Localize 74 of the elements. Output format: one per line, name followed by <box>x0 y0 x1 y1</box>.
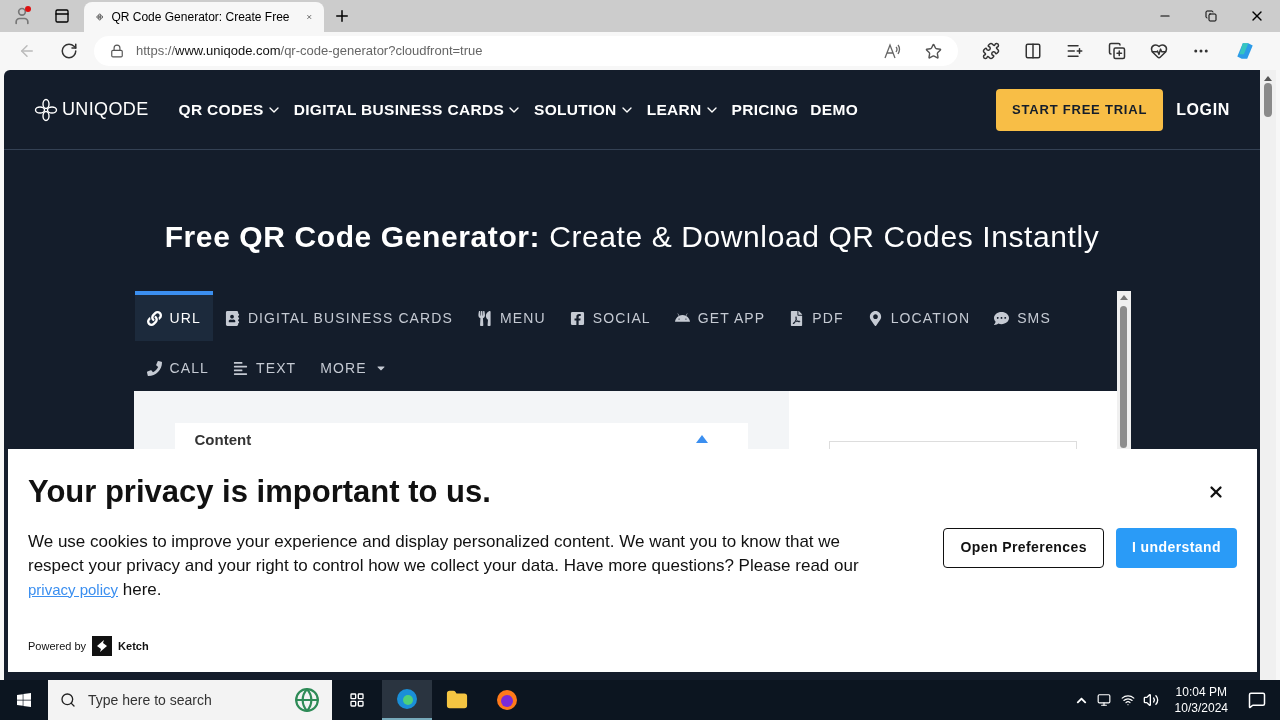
qr-type-tab[interactable]: DIGITAL BUSINESS CARDS <box>212 291 465 341</box>
qr-type-tab[interactable]: MORE <box>308 341 399 391</box>
tab-icon <box>789 310 805 326</box>
tab-actions-icon[interactable] <box>54 8 70 24</box>
start-icon[interactable] <box>16 692 32 708</box>
read-aloud-icon[interactable] <box>883 43 901 59</box>
lock-icon <box>110 44 124 58</box>
clock-date: 10/3/2024 <box>1174 700 1228 716</box>
scroll-thumb[interactable] <box>1264 83 1272 117</box>
nav-item[interactable]: DIGITAL BUSINESS CARDS <box>293 97 523 122</box>
restore-icon[interactable] <box>1205 10 1217 22</box>
network-icon[interactable] <box>1120 693 1135 707</box>
clock[interactable]: 10:04 PM 10/3/2024 <box>1168 684 1234 716</box>
nav-item[interactable]: QR CODES <box>178 97 282 122</box>
globe-icon <box>294 687 320 713</box>
tab-icon <box>994 310 1010 326</box>
clock-time: 10:04 PM <box>1175 684 1227 700</box>
qr-type-tab[interactable]: SMS <box>982 291 1063 341</box>
qr-type-tab[interactable]: PDF <box>777 291 856 341</box>
qr-type-tab[interactable]: LOCATION <box>855 291 983 341</box>
search-icon <box>60 692 76 708</box>
tab-icon <box>146 360 162 376</box>
brand-logo[interactable]: UNIQODE <box>62 96 149 123</box>
new-tab-icon[interactable] <box>333 7 351 25</box>
collections-icon[interactable] <box>1108 42 1126 60</box>
tab-icon <box>233 360 248 376</box>
uniqode-logo-icon <box>34 97 58 122</box>
address-field[interactable]: https://www.uniqode.com/qr-code-generator?cloudfront=true <box>94 36 958 66</box>
collapse-icon[interactable] <box>695 435 708 443</box>
tab-icon <box>477 310 492 326</box>
browser-essentials-icon[interactable] <box>1150 42 1168 60</box>
favorites-icon[interactable] <box>1066 42 1084 60</box>
extensions-icon[interactable] <box>982 42 1000 60</box>
hero-title: Free QR Code Generator: Create & Download QR Codes Instantly <box>164 219 1100 255</box>
file-explorer-icon[interactable] <box>446 689 468 711</box>
tab-icon <box>867 310 883 326</box>
search-placeholder: Type here to search <box>88 690 212 710</box>
nav-item[interactable]: LEARN <box>646 97 720 122</box>
tab-icon <box>569 310 585 326</box>
scroll-thumb[interactable] <box>1120 306 1127 448</box>
taskbar-search-field[interactable]: Type here to search <box>48 680 332 720</box>
banner-title: Your privacy is important to us. <box>28 473 491 511</box>
login-link[interactable]: LOGIN <box>1176 97 1230 122</box>
qr-type-tab[interactable]: SOCIAL <box>557 291 663 341</box>
banner-text: We use cookies to improve your experience and display personalized content. We want you to know that we respect your privacy and your right to control how we collect your data. Have more questions? Please read our privacy policy here. <box>28 530 860 601</box>
page-scrollbar[interactable] <box>1260 70 1276 680</box>
qr-type-tab[interactable]: URL <box>134 291 213 341</box>
nav-item[interactable]: DEMO <box>810 97 859 122</box>
qr-type-tab[interactable]: GET APP <box>662 291 778 341</box>
powered-by-text: Powered by <box>28 638 87 654</box>
start-trial-button[interactable]: START FREE TRIAL <box>996 88 1164 131</box>
card-title: Content <box>194 430 252 450</box>
ketch-brand: Ketch <box>118 638 149 654</box>
profile-icon[interactable] <box>12 6 32 26</box>
scroll-up-icon[interactable] <box>1264 76 1272 81</box>
tab-icon <box>146 310 162 326</box>
scroll-up-icon[interactable] <box>1119 295 1128 300</box>
ketch-logo-icon <box>92 636 113 656</box>
notifications-icon[interactable] <box>1248 691 1266 709</box>
favorite-icon[interactable] <box>925 42 942 60</box>
url-text: https://www.uniqode.com/qr-code-generator?cloudfront=true <box>136 42 484 61</box>
nav-item[interactable]: PRICING <box>731 97 799 122</box>
tab-title: QR Code Generator: Create Free <box>111 9 290 26</box>
qr-type-tab[interactable]: MENU <box>465 291 558 341</box>
qr-type-tab[interactable]: TEXT <box>221 341 309 391</box>
tab-icon <box>224 310 240 326</box>
preferences-button[interactable]: Open Preferences <box>943 527 1104 568</box>
split-screen-icon[interactable] <box>1024 42 1042 60</box>
qr-type-tab[interactable]: CALL <box>134 341 221 391</box>
volume-icon[interactable] <box>1142 692 1159 708</box>
reload-icon[interactable] <box>60 42 78 60</box>
nav-item[interactable]: SOLUTION <box>534 97 635 122</box>
browser-tab[interactable]: QR Code Generator: Create Free <box>84 2 324 32</box>
task-view-icon[interactable] <box>349 692 365 708</box>
